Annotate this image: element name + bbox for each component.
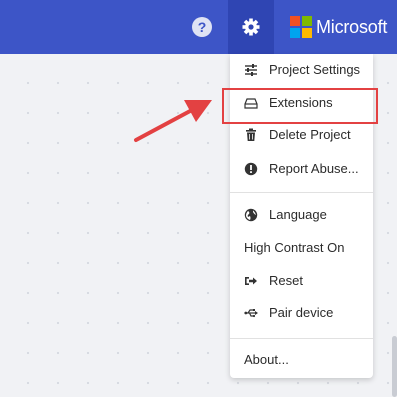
menu-item-delete-project[interactable]: Delete Project (230, 120, 373, 150)
help-icon[interactable]: ? (192, 17, 212, 37)
annotation-arrow-icon (134, 100, 212, 142)
menu-item-label: Pair device (269, 305, 334, 320)
usb-icon (244, 309, 258, 318)
sign-out-icon (245, 277, 257, 285)
menu-item-label: About... (244, 352, 289, 367)
exclamation-circle-icon (244, 162, 258, 176)
menu-divider (230, 192, 373, 193)
menu-item-pair-device[interactable]: Pair device (230, 298, 373, 328)
menu-item-extensions[interactable]: Extensions (230, 88, 373, 118)
gear-icon (242, 18, 260, 36)
menu-item-reset[interactable]: Reset (230, 266, 373, 296)
top-bar: ? Microsoft (0, 0, 397, 54)
scrollbar[interactable] (392, 336, 397, 397)
menu-item-label: Delete Project (269, 127, 351, 142)
menu-divider (230, 338, 373, 339)
sliders-icon (245, 64, 257, 76)
menu-item-label: Language (269, 207, 327, 222)
menu-item-label: Report Abuse... (269, 161, 359, 176)
trash-icon (246, 128, 256, 141)
menu-item-high-contrast[interactable]: High Contrast On (230, 233, 373, 263)
menu-item-label: Reset (269, 273, 303, 288)
settings-menu: Project Settings Extensions Delete Proje… (230, 54, 373, 378)
brand-name[interactable]: Microsoft (316, 15, 387, 39)
menu-item-about[interactable]: About... (230, 345, 373, 375)
menu-item-report-abuse[interactable]: Report Abuse... (230, 154, 373, 184)
microsoft-logo-icon[interactable] (290, 16, 312, 38)
globe-icon (244, 208, 258, 222)
drive-icon (244, 98, 258, 109)
settings-button[interactable] (228, 0, 274, 54)
menu-item-project-settings[interactable]: Project Settings (230, 55, 373, 85)
menu-item-label: High Contrast On (244, 240, 345, 255)
menu-item-label: Project Settings (269, 62, 361, 77)
menu-item-language[interactable]: Language (230, 200, 373, 230)
menu-item-label: Extensions (269, 95, 333, 110)
